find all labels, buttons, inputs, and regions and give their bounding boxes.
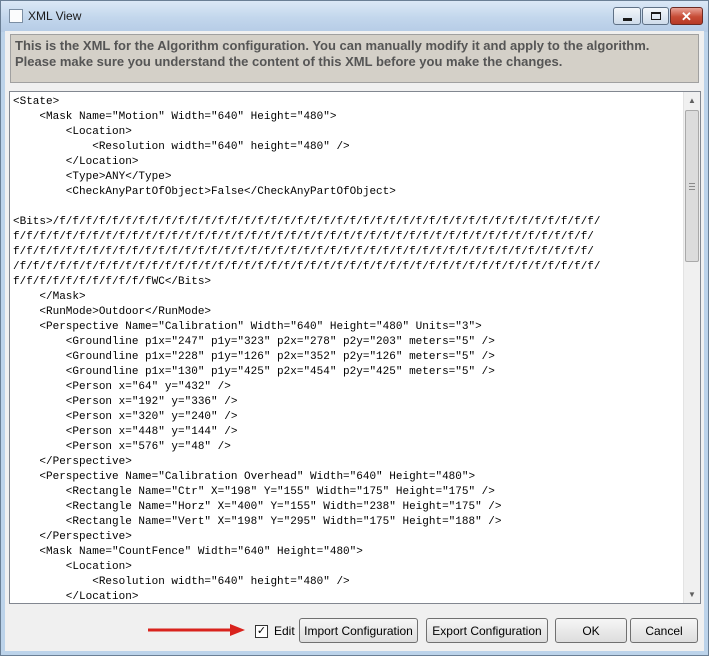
ok-button[interactable]: OK (555, 618, 627, 643)
xml-line: <Rectangle Name="Ctr" X="198" Y="155" Wi… (13, 486, 495, 498)
xml-line: <Perspective Name="Calibration Overhead"… (13, 471, 476, 483)
xml-line: </Location> (13, 591, 139, 600)
edit-checkbox[interactable]: ✓ (255, 624, 268, 638)
maximize-icon (650, 12, 661, 20)
maximize-button[interactable] (642, 7, 669, 25)
xml-line: f/f/f/f/f/f/f/f/f/f/f/f/f/f/f/f/f/f/f/f/… (13, 231, 594, 243)
xml-line: <State> (13, 96, 60, 108)
xml-line: <Resolution width="640" height="480" /> (13, 141, 350, 153)
xml-line: <Mask Name="CountFence" Width="640" Heig… (13, 546, 363, 558)
window-title: XML View (28, 9, 82, 23)
edit-checkbox-control[interactable]: ✓ Edit (255, 624, 295, 638)
xml-line: <Bits>/f/f/f/f/f/f/f/f/f/f/f/f/f/f/f/f/f… (13, 216, 601, 228)
xml-line: <Location> (13, 126, 132, 138)
xml-line: <Perspective Name="Calibration" Width="6… (13, 321, 482, 333)
scroll-up-arrow[interactable]: ▲ (684, 92, 700, 109)
xml-editor[interactable]: <State> <Mask Name="Motion" Width="640" … (9, 91, 701, 604)
xml-line: f/f/f/f/f/f/f/f/f/f/f/f/f/f/f/f/f/f/f/f/… (13, 246, 594, 258)
xml-line: <Rectangle Name="Vert" X="198" Y="295" W… (13, 516, 502, 528)
annotation-arrow-head (230, 624, 245, 636)
xml-line: /f/f/f/f/f/f/f/f/f/f/f/f/f/f/f/f/f/f/f/f… (13, 261, 601, 273)
xml-line: </Location> (13, 156, 139, 168)
xml-line: <RunMode>Outdoor</RunMode> (13, 306, 212, 318)
xml-view-window: XML View ✕ This is the XML for the Algor… (0, 0, 709, 656)
close-button[interactable]: ✕ (670, 7, 703, 25)
xml-line: <Person x="576" y="48" /> (13, 441, 231, 453)
scroll-down-arrow[interactable]: ▼ (684, 586, 700, 603)
xml-line: <CheckAnyPartOfObject>False</CheckAnyPar… (13, 186, 396, 198)
xml-line: <Groundline p1x="247" p1y="323" p2x="278… (13, 336, 495, 348)
xml-line: <Person x="448" y="144" /> (13, 426, 238, 438)
xml-line: <Groundline p1x="228" p1y="126" p2x="352… (13, 351, 495, 363)
xml-line: <Person x="64" y="432" /> (13, 381, 231, 393)
minimize-icon (622, 17, 632, 21)
xml-line: <Location> (13, 561, 132, 573)
xml-line: f/f/f/f/f/f/f/f/f/f/fWC</Bits> (13, 276, 212, 288)
xml-line: <Groundline p1x="130" p1y="425" p2x="454… (13, 366, 495, 378)
close-icon: ✕ (681, 8, 692, 24)
xml-text-area[interactable]: <State> <Mask Name="Motion" Width="640" … (13, 95, 681, 600)
grip-icon (689, 182, 695, 190)
minimize-button[interactable] (613, 7, 641, 25)
xml-line: <Mask Name="Motion" Width="640" Height="… (13, 111, 337, 123)
title-bar[interactable]: XML View ✕ (1, 1, 708, 32)
import-configuration-button[interactable]: Import Configuration (299, 618, 418, 643)
xml-line: </Perspective> (13, 531, 132, 543)
info-notice: This is the XML for the Algorithm config… (10, 34, 699, 83)
edit-label[interactable]: Edit (274, 624, 295, 638)
dialog-body: This is the XML for the Algorithm config… (5, 31, 704, 651)
scroll-thumb[interactable] (685, 110, 699, 262)
xml-line (13, 200, 681, 215)
annotation-arrow-icon (146, 623, 246, 642)
xml-line: <Rectangle Name="Horz" X="400" Y="155" W… (13, 501, 502, 513)
vertical-scrollbar[interactable]: ▲ ▼ (683, 92, 700, 603)
xml-line: <Type>ANY</Type> (13, 171, 172, 183)
export-configuration-button[interactable]: Export Configuration (426, 618, 548, 643)
xml-line: <Person x="320" y="240" /> (13, 411, 238, 423)
checkmark-icon: ✓ (256, 624, 267, 637)
xml-line: <Resolution width="640" height="480" /> (13, 576, 350, 588)
cancel-button[interactable]: Cancel (630, 618, 698, 643)
window-icon (9, 9, 23, 23)
xml-line: <Person x="192" y="336" /> (13, 396, 238, 408)
xml-line: </Perspective> (13, 456, 132, 468)
xml-line: </Mask> (13, 291, 86, 303)
